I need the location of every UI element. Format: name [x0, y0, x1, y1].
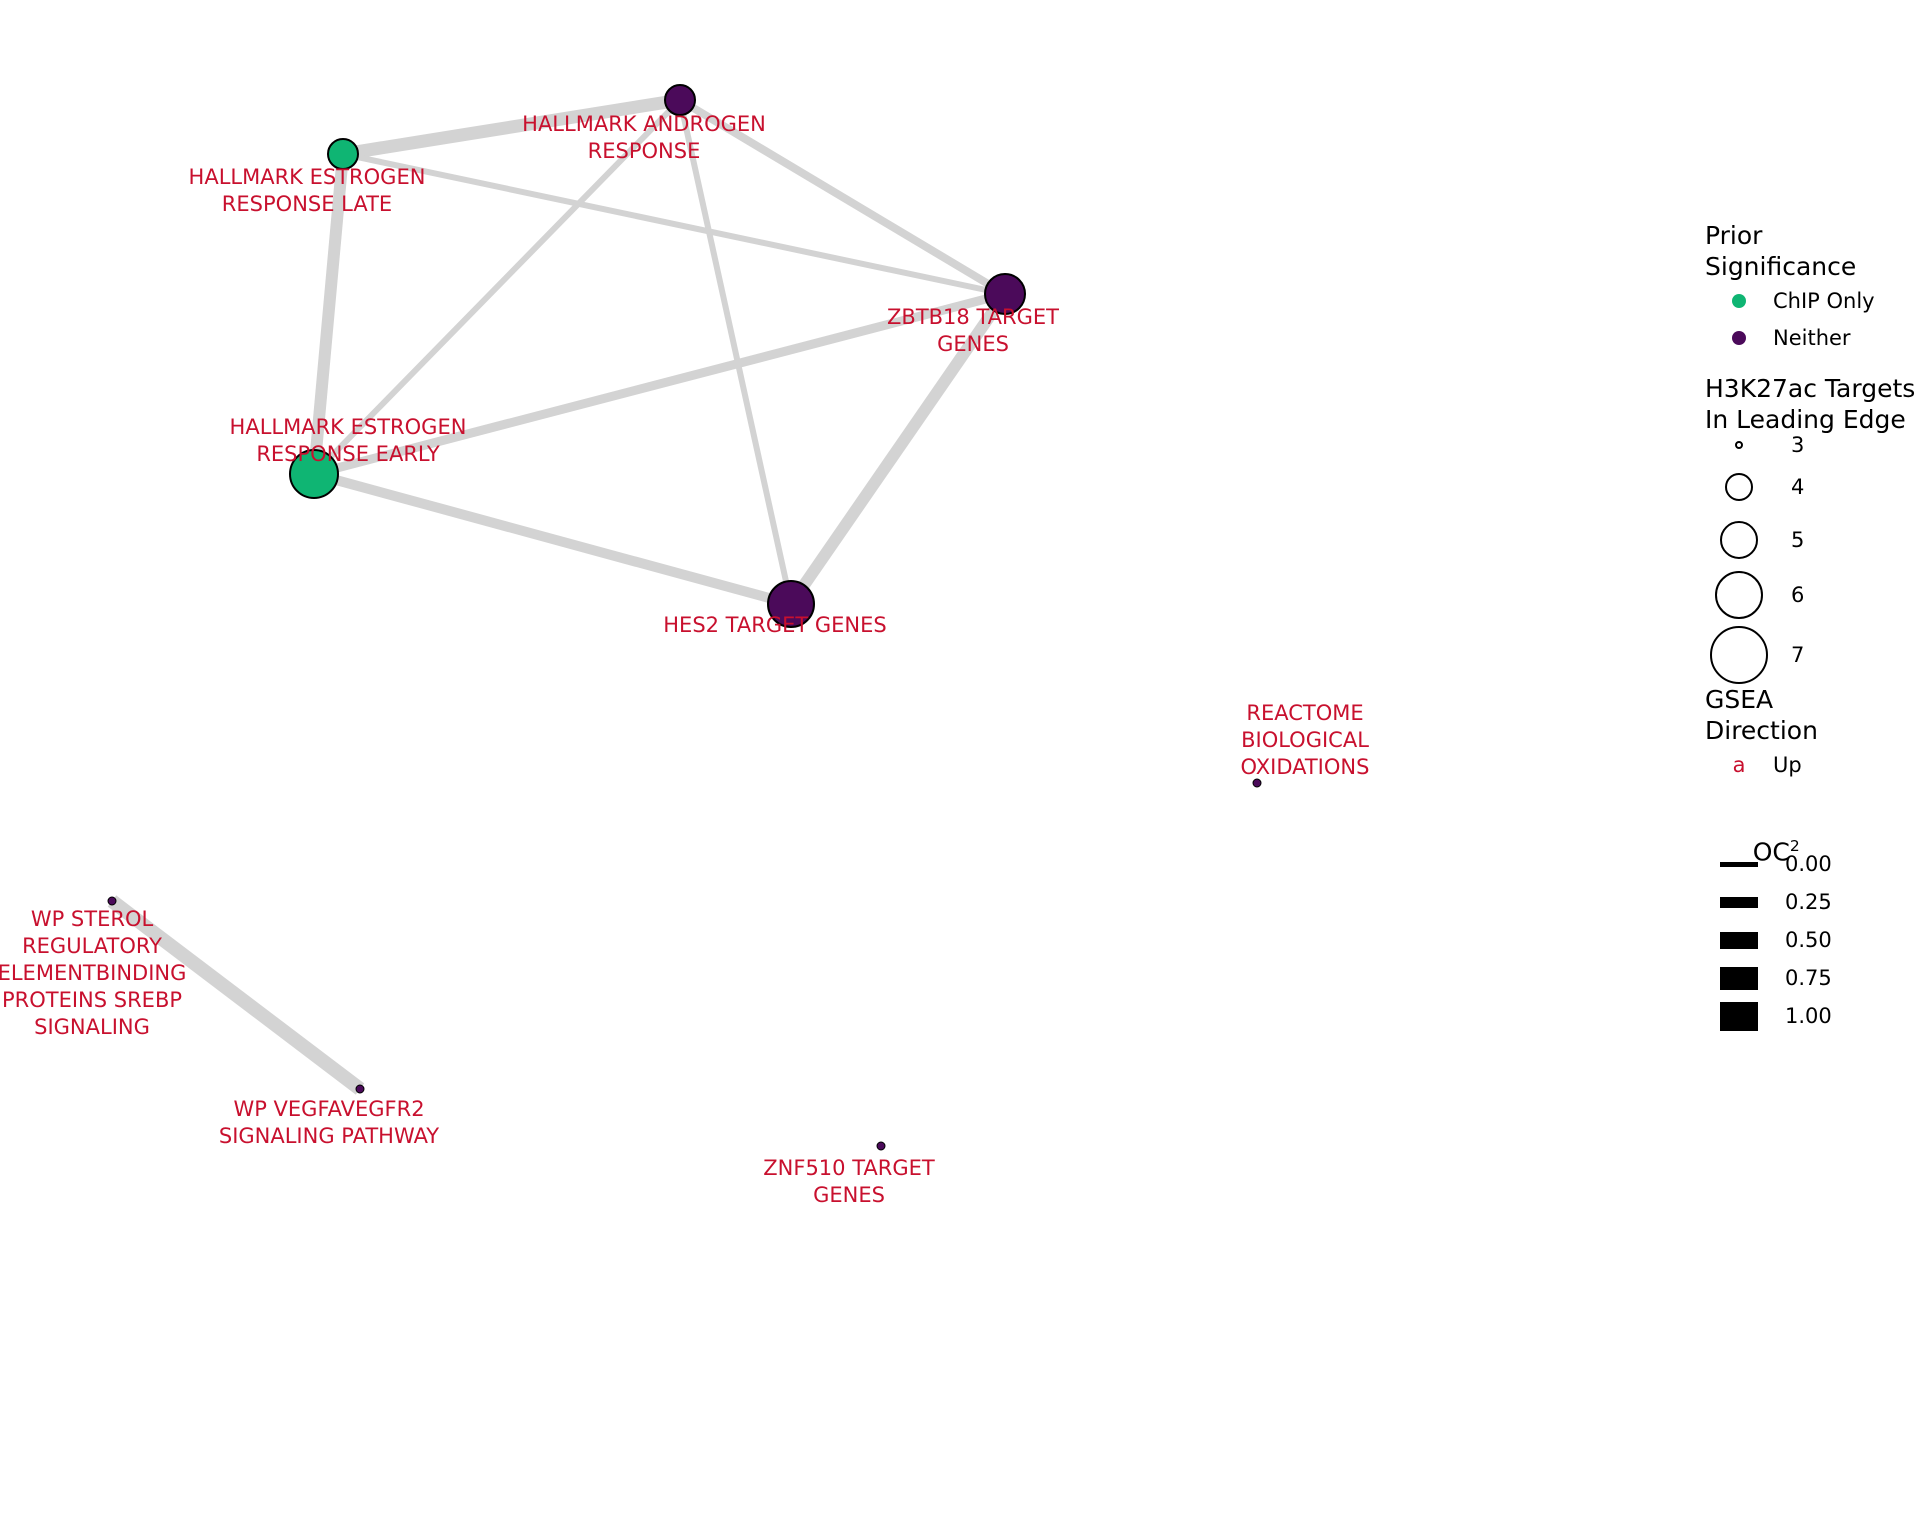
- network-node[interactable]: [984, 273, 1026, 315]
- legend-prior-label: Neither: [1773, 326, 1851, 350]
- legend-linewidth-swatch: [1705, 931, 1773, 949]
- legend-size-label: 4: [1791, 475, 1805, 499]
- legend-color-swatch: [1705, 294, 1773, 308]
- legend-size-item: 7: [1705, 623, 1804, 687]
- legend-linewidth-swatch: [1705, 861, 1773, 867]
- legend-prior-item: ChIP Only: [1705, 289, 1875, 313]
- network-edge: [308, 153, 349, 475]
- legend-line-icon: [1720, 1001, 1758, 1031]
- legend-direction-label: Up: [1773, 753, 1802, 777]
- legend-dot-icon: [1732, 331, 1746, 345]
- legend-circle-icon: [1725, 473, 1753, 501]
- legend-size-label: 5: [1791, 528, 1805, 552]
- legend-oc2-item: 0.75: [1705, 961, 1832, 995]
- legend-oc2-label: 0.00: [1785, 852, 1832, 876]
- legend-size-item: 3: [1705, 433, 1804, 457]
- network-edge: [312, 469, 793, 609]
- legend-prior-title: Prior Significance: [1705, 221, 1857, 281]
- legend-size-label: 6: [1791, 583, 1805, 607]
- legend-line-icon: [1720, 861, 1758, 867]
- legend-size-title: H3K27ac Targets In Leading Edge: [1705, 374, 1916, 434]
- legend-circle-icon: [1735, 441, 1743, 449]
- edges-layer: [107, 93, 1010, 1095]
- network-node[interactable]: [355, 1084, 365, 1094]
- legend-oc2-label: 0.25: [1785, 890, 1832, 914]
- legend-oc2-label: 0.75: [1785, 966, 1832, 990]
- legend-direction-swatch: a: [1705, 753, 1773, 777]
- legend-oc2-item: 1.00: [1705, 999, 1832, 1033]
- legend-dot-icon: [1732, 294, 1746, 308]
- network-node[interactable]: [876, 1141, 886, 1151]
- network-edge: [107, 895, 365, 1095]
- network-edge: [677, 96, 1008, 298]
- network-node[interactable]: [664, 84, 696, 116]
- legend-direction-title: GSEA Direction: [1705, 685, 1818, 745]
- network-node[interactable]: [327, 138, 359, 170]
- legend-size-item: 4: [1705, 470, 1804, 504]
- legend-linewidth-swatch: [1705, 1001, 1773, 1031]
- legend-panel: Prior Significance ChIP Only Neither H3K2…: [1705, 0, 1920, 1536]
- legend-direction-item: a Up: [1705, 753, 1802, 777]
- legend-oc2-label: 0.50: [1785, 928, 1832, 952]
- legend-prior-item: Neither: [1705, 326, 1851, 350]
- network-node[interactable]: [767, 580, 815, 628]
- legend-size-item: 5: [1705, 518, 1804, 562]
- legend-oc2-item: 0.25: [1705, 885, 1832, 919]
- network-node[interactable]: [1252, 778, 1262, 788]
- legend-size-swatch: [1705, 441, 1773, 449]
- legend-linewidth-swatch: [1705, 896, 1773, 908]
- legend-size-swatch: [1705, 571, 1773, 619]
- network-figure: HALLMARK ESTROGEN RESPONSE LATE HALLMARK …: [0, 0, 1920, 1536]
- network-canvas: [107, 84, 1262, 1151]
- legend-letter-a-icon: a: [1732, 753, 1746, 777]
- legend-line-icon: [1720, 966, 1758, 990]
- legend-size-item: 6: [1705, 568, 1804, 622]
- legend-linewidth-swatch: [1705, 966, 1773, 990]
- network-edge: [342, 151, 1006, 297]
- legend-oc2-label: 1.00: [1785, 1004, 1832, 1028]
- network-node[interactable]: [289, 449, 339, 499]
- legend-size-swatch: [1705, 626, 1773, 684]
- legend-oc2-item: 0.00: [1705, 847, 1832, 881]
- legend-oc2-item: 0.50: [1705, 923, 1832, 957]
- legend-size-swatch: [1705, 473, 1773, 501]
- nodes-layer: [107, 84, 1262, 1151]
- legend-line-icon: [1720, 896, 1758, 908]
- legend-line-icon: [1720, 931, 1758, 949]
- legend-size-label: 3: [1791, 433, 1805, 457]
- legend-color-swatch: [1705, 331, 1773, 345]
- legend-prior-label: ChIP Only: [1773, 289, 1875, 313]
- legend-circle-icon: [1710, 626, 1768, 684]
- legend-circle-icon: [1720, 521, 1758, 559]
- network-edge: [341, 93, 682, 161]
- legend-size-label: 7: [1791, 643, 1805, 667]
- legend-size-swatch: [1705, 521, 1773, 559]
- legend-circle-icon: [1715, 571, 1763, 619]
- network-node[interactable]: [107, 896, 117, 906]
